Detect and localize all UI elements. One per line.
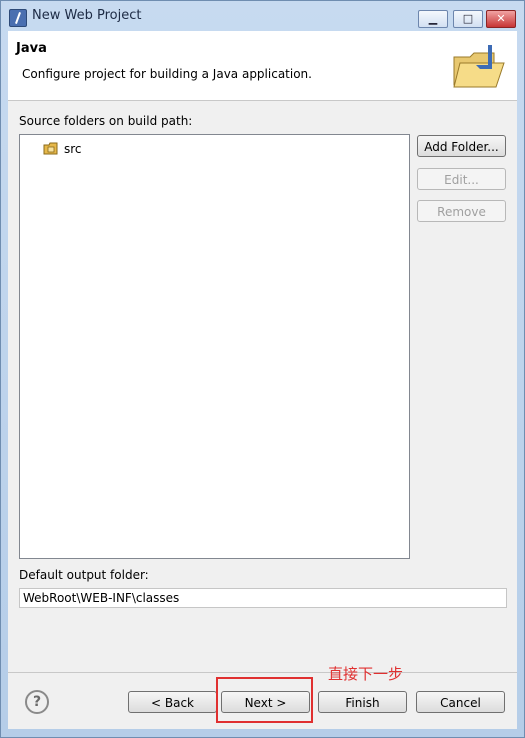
back-button[interactable]: < Back (128, 691, 217, 713)
source-folders-list[interactable]: src (19, 134, 410, 559)
maximize-button[interactable]: □ (453, 10, 483, 28)
window-title: New Web Project (32, 8, 142, 23)
close-icon: ✕ (496, 12, 506, 25)
source-folders-label: Source folders on build path: (19, 114, 193, 128)
output-folder-input[interactable]: WebRoot\WEB-INF\classes (19, 588, 507, 608)
wizard-header-banner: Java Configure project for building a Ja… (8, 31, 517, 101)
finish-button[interactable]: Finish (318, 691, 407, 713)
next-highlight-box (216, 677, 313, 723)
add-folder-button[interactable]: Add Folder... (417, 135, 506, 157)
source-folder-label: src (64, 142, 82, 156)
maximize-icon: □ (462, 12, 474, 25)
footer-separator (8, 672, 517, 673)
output-folder-label: Default output folder: (19, 568, 149, 582)
help-icon[interactable]: ? (25, 690, 49, 714)
source-folder-icon (43, 142, 58, 155)
close-button[interactable]: ✕ (486, 10, 516, 28)
title-bar[interactable]: New Web Project ▁ □ ✕ (1, 1, 524, 31)
remove-button[interactable]: Remove (417, 200, 506, 222)
page-description: Configure project for building a Java ap… (22, 67, 312, 81)
wizard-window: New Web Project ▁ □ ✕ Java Configure pro… (0, 0, 525, 738)
java-project-wizard-icon (453, 45, 505, 88)
dialog-client-area: Java Configure project for building a Ja… (8, 31, 517, 729)
cancel-button[interactable]: Cancel (416, 691, 505, 713)
minimize-button[interactable]: ▁ (418, 10, 448, 28)
eclipse-app-icon (9, 9, 27, 27)
minimize-icon: ▁ (428, 12, 438, 25)
annotation-text: 直接下一步 (328, 665, 404, 683)
page-title: Java (16, 41, 47, 56)
edit-button[interactable]: Edit... (417, 168, 506, 190)
